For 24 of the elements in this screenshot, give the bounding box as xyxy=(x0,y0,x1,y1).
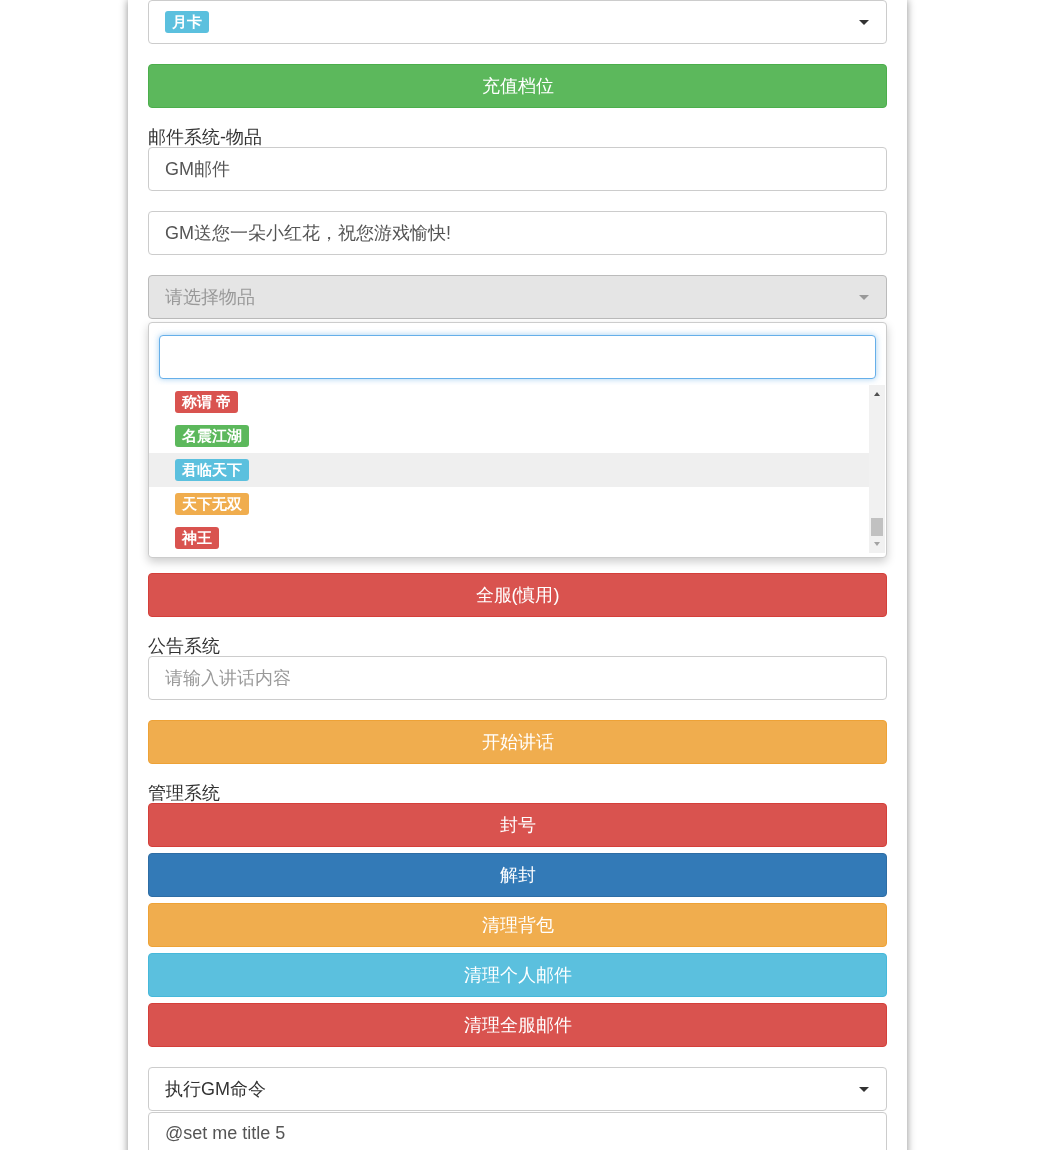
recharge-button[interactable]: 充值档位 xyxy=(148,64,887,108)
send-all-button[interactable]: 全服(慎用) xyxy=(148,573,887,617)
tag: 神王 xyxy=(175,527,219,549)
admin-button[interactable]: 清理全服邮件 xyxy=(148,1003,887,1047)
tag: 君临天下 xyxy=(175,459,249,481)
command-field[interactable]: @set me title 5 xyxy=(148,1112,887,1150)
section-label: 邮件系统-物品 xyxy=(148,127,263,147)
tag-select[interactable]: 月卡 xyxy=(148,0,887,44)
message-field[interactable]: 请输入讲话内容 xyxy=(148,656,887,700)
caret-icon xyxy=(859,1086,869,1092)
admin-button[interactable]: 解封 xyxy=(148,853,887,897)
admin-button[interactable]: 封号 xyxy=(148,803,887,847)
caret-icon xyxy=(859,19,869,25)
tag: 月卡 xyxy=(165,11,209,33)
command-select[interactable]: 执行GM命令 xyxy=(148,1067,887,1111)
section-label: 管理系统 xyxy=(148,783,221,803)
mail-body-field[interactable]: GM送您一朵小红花，祝您游戏愉快! xyxy=(148,211,887,255)
mail-title-field[interactable]: GM邮件 xyxy=(148,147,887,191)
tag: 天下无双 xyxy=(175,493,249,515)
tag: 名震江湖 xyxy=(175,425,249,447)
admin-button[interactable]: 清理个人邮件 xyxy=(148,953,887,997)
tag: 称谓 帝 xyxy=(175,391,239,413)
section-label: 公告系统 xyxy=(148,636,221,656)
caret-icon xyxy=(859,294,869,300)
